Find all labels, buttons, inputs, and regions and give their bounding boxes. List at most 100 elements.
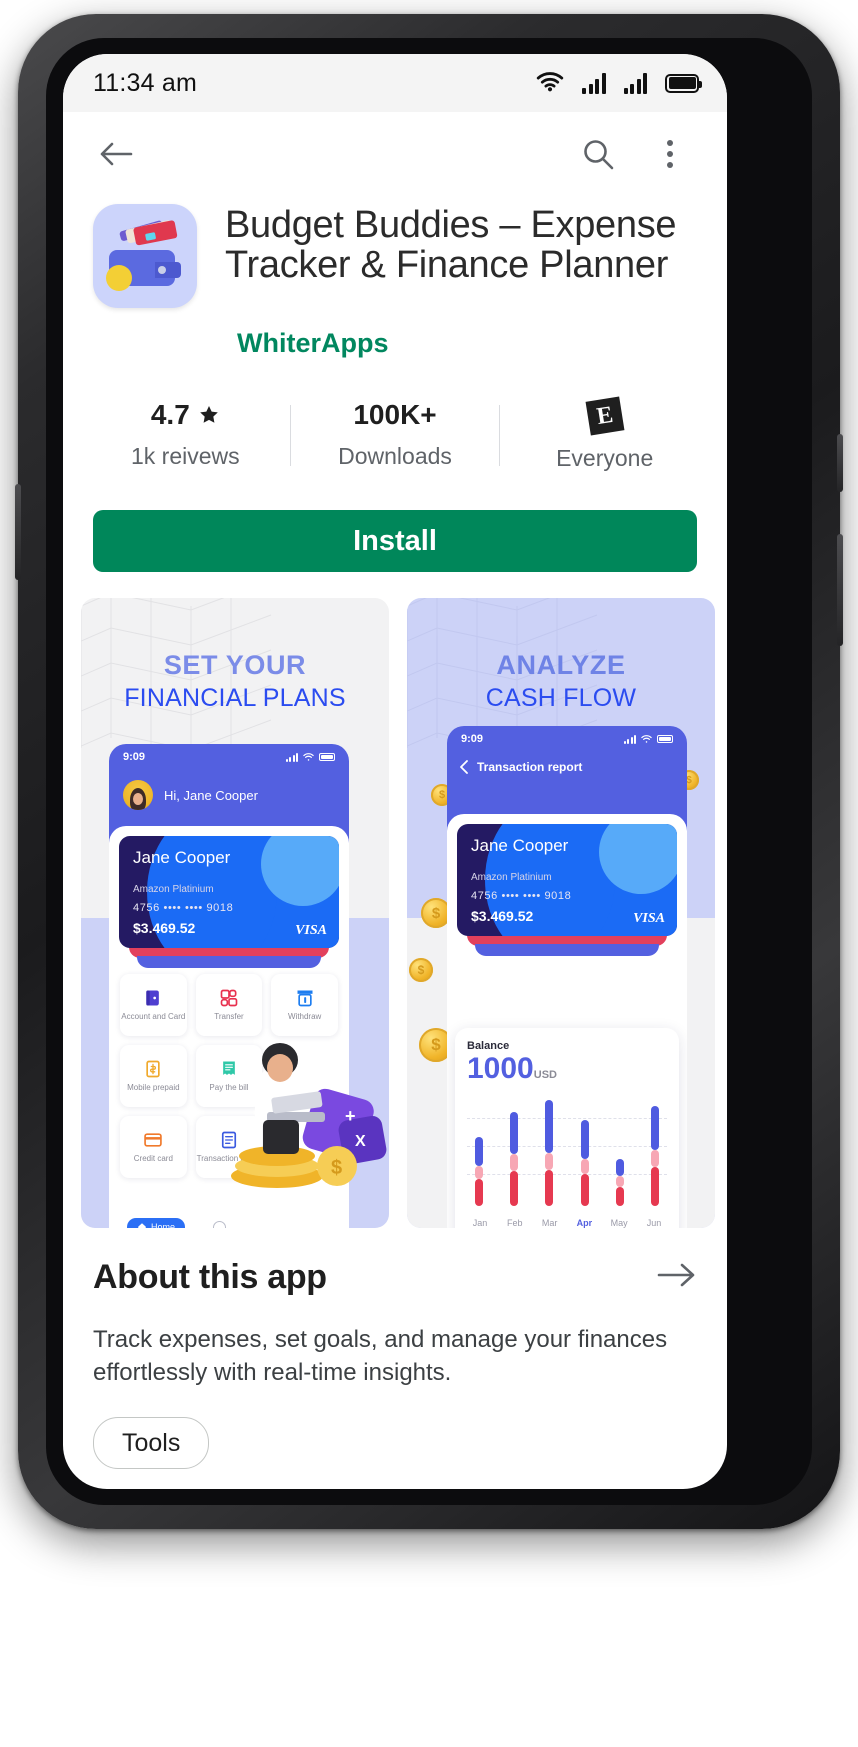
back-arrow-icon[interactable]: [93, 131, 139, 177]
status-bar: 11:34 am: [63, 54, 727, 112]
status-time: 11:34 am: [93, 68, 197, 97]
card-stack-blue: [137, 956, 321, 968]
rating-value-group: 4.7: [151, 399, 220, 431]
app-bar: [63, 112, 727, 196]
chart-seg-mid: [475, 1165, 483, 1180]
quick-action-account[interactable]: Account and Card: [120, 974, 187, 1036]
chart-seg-down: [475, 1179, 483, 1206]
chart-seg-down: [615, 1186, 624, 1206]
svg-text:$: $: [331, 1157, 342, 1179]
home-icon: [138, 1223, 146, 1228]
balance-value-group: 1000USD: [467, 1054, 667, 1084]
power-button[interactable]: [837, 534, 843, 646]
chart-bar-feb: [506, 1100, 522, 1206]
chart-month-jun: Jun: [646, 1218, 662, 1228]
quick-action-credit[interactable]: Credit card: [120, 1116, 187, 1178]
chart-bar-may: [612, 1100, 628, 1206]
developer-name[interactable]: WhiterApps: [237, 328, 727, 359]
downloads-sub: Downloads: [338, 443, 452, 469]
status-icons: [536, 72, 702, 94]
visa-logo-icon: VISA: [295, 923, 327, 938]
book-icon: [146, 990, 160, 1006]
balance-value: 1000: [467, 1052, 534, 1085]
tab-home[interactable]: Home: [127, 1218, 186, 1228]
card-number: 4756 •••• •••• 9018: [133, 902, 234, 914]
credit-card-1: Jane Cooper Amazon Platinium 4756 •••• •…: [119, 836, 339, 948]
about-description: Track expenses, set goals, and manage yo…: [93, 1326, 668, 1387]
tag-chip-tools[interactable]: Tools: [93, 1417, 210, 1470]
tab-secondary-icon[interactable]: [213, 1220, 227, 1228]
page-title: Budget Buddies – Expense Tracker & Finan…: [225, 204, 677, 286]
credit-card-wrap-2: Jane Cooper Amazon Platinium 4756 •••• •…: [457, 824, 677, 956]
chart-seg-down: [545, 1169, 554, 1206]
wifi-icon: [536, 72, 564, 92]
volume-button[interactable]: [837, 434, 843, 492]
quick-action-credit-label: Credit card: [133, 1154, 173, 1164]
card-plan-2: Amazon Platinium: [471, 872, 552, 883]
greeting-row: Hi, Jane Cooper: [109, 770, 349, 826]
phone-device-frame: 11:34 am Budget Buddies – Expense Tracke…: [15, 14, 843, 1529]
svg-text:X: X: [355, 1133, 366, 1150]
signal-icon-2: [623, 72, 647, 94]
chart-seg-down: [650, 1167, 659, 1206]
chart-seg-mid: [545, 1153, 554, 1170]
chart-seg-down: [580, 1174, 589, 1206]
avatar: [123, 780, 153, 810]
svg-text:+: +: [345, 1106, 356, 1126]
transaction-report-header: Transaction report: [447, 752, 687, 788]
about-section: About this app Track expenses, set goals…: [63, 1228, 727, 1470]
chart-month-jan: Jan: [472, 1218, 488, 1228]
esrb-everyone-icon: E: [585, 396, 625, 436]
chart-month-feb: Feb: [507, 1218, 523, 1228]
chart-bars: [467, 1100, 667, 1206]
screenshot-carousel[interactable]: SET YOUR FINANCIAL PLANS 9:09 Hi, Jane C…: [63, 572, 727, 1228]
search-icon[interactable]: [575, 131, 621, 177]
quick-action-mobile[interactable]: Mobile prepaid: [120, 1045, 187, 1107]
balance-bar-chart: Jan Feb Mar Apr May Jun: [467, 1100, 667, 1228]
chart-seg-mid: [580, 1158, 589, 1175]
battery-icon: [665, 73, 702, 93]
chart-month-apr: Apr: [576, 1218, 593, 1228]
about-title: About this app: [93, 1258, 327, 1296]
chart-seg-mid: [510, 1153, 519, 1172]
mini-wifi-icon-2: [641, 734, 652, 743]
install-button[interactable]: Install: [93, 510, 697, 572]
quick-action-mobile-label: Mobile prepaid: [127, 1083, 180, 1093]
credit-card-2: Jane Cooper Amazon Platinium 4756 •••• •…: [457, 824, 677, 936]
stat-content-rating: E Everyone: [500, 396, 709, 472]
card-holder-name: Jane Cooper: [133, 848, 231, 867]
balance-label: Balance: [467, 1040, 510, 1052]
more-vertical-icon[interactable]: [647, 131, 693, 177]
visa-logo-icon-2: VISA: [633, 911, 665, 926]
chart-seg-down: [510, 1171, 519, 1206]
screenshot-1-headline: SET YOUR: [163, 650, 307, 680]
side-key[interactable]: [15, 484, 21, 580]
chart-month-may: May: [610, 1218, 628, 1228]
about-header-row[interactable]: About this app: [93, 1258, 697, 1297]
chart-month-mar: Mar: [541, 1218, 558, 1228]
stats-row: 4.7 1k reivews 100K+ Downloads E Everyon…: [81, 396, 709, 472]
mini-phone-2: 9:09 Transaction report Jane Cooper Amaz…: [447, 726, 687, 1228]
chart-seg-up: [475, 1136, 483, 1166]
mini-tabbar: Home: [109, 1210, 349, 1228]
mini-status-bar-1: 9:09: [109, 744, 349, 770]
card-holder-name-2: Jane Cooper: [471, 836, 569, 855]
screenshot-card-2[interactable]: ANALYZE CASH FLOW 9:09: [407, 598, 715, 1228]
transaction-report-title: Transaction report: [477, 760, 583, 774]
chart-bar-jun: [647, 1100, 663, 1206]
chevron-left-icon[interactable]: [459, 760, 469, 774]
money-icon: [146, 1060, 160, 1078]
chart-seg-up: [545, 1100, 554, 1154]
screenshot-card-1[interactable]: SET YOUR FINANCIAL PLANS 9:09 Hi, Jane C…: [81, 598, 389, 1228]
mini-sheet-2: Jane Cooper Amazon Platinium 4756 •••• •…: [447, 814, 687, 1228]
chart-bar-mar: [541, 1100, 557, 1206]
mini-time-2: 9:09: [461, 733, 484, 745]
chart-seg-mid: [615, 1176, 624, 1187]
screenshot-1-subhead: FINANCIAL PLANS: [124, 684, 346, 712]
arrow-right-icon[interactable]: [657, 1261, 697, 1294]
esrb-group: E: [585, 396, 625, 436]
chart-seg-up: [510, 1111, 519, 1154]
rating-value: 4.7: [150, 399, 190, 430]
rating-sub: 1k reivews: [131, 443, 240, 469]
chart-seg-mid: [650, 1150, 659, 1168]
